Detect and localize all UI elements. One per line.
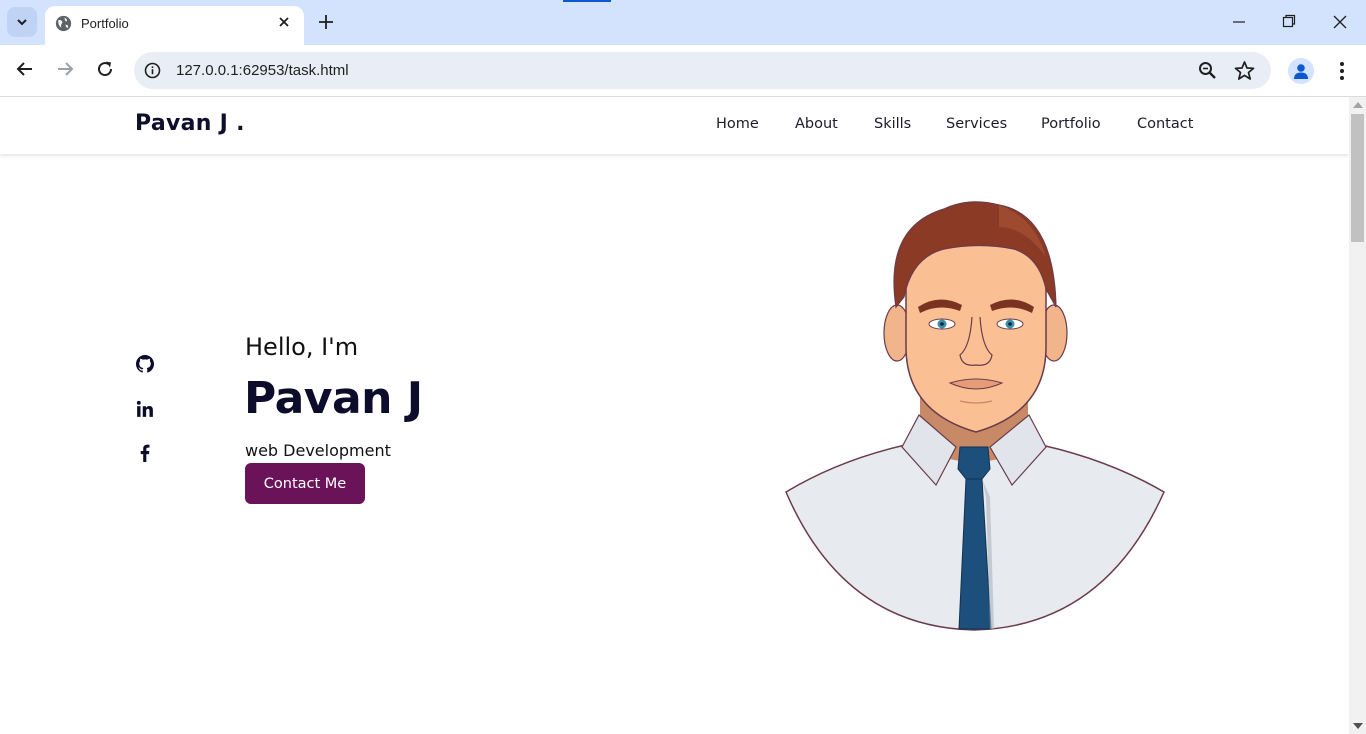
page-scrollbar[interactable]: [1349, 97, 1366, 734]
close-window-icon[interactable]: [1333, 12, 1347, 32]
avatar-illustration: [785, 201, 1165, 631]
nav-link-services[interactable]: Services: [946, 116, 1007, 132]
reload-icon[interactable]: [95, 59, 115, 79]
globe-icon: [55, 15, 72, 32]
github-icon[interactable]: [136, 355, 154, 373]
site-logo[interactable]: Pavan J .: [135, 111, 245, 136]
nav-link-portfolio[interactable]: Portfolio: [1041, 116, 1101, 132]
scroll-thumb[interactable]: [1351, 114, 1364, 242]
nav-link-contact[interactable]: Contact: [1137, 116, 1193, 132]
zoom-icon[interactable]: [1198, 61, 1217, 80]
forward-arrow-icon[interactable]: [55, 59, 75, 79]
facebook-icon[interactable]: [136, 444, 154, 462]
more-menu-icon[interactable]: [1332, 60, 1352, 82]
tab-search-button[interactable]: [7, 7, 37, 37]
hero-name: Pavan J: [244, 373, 423, 424]
chevron-down-icon: [17, 19, 27, 26]
browser-toolbar: 127.0.0.1:62953/task.html: [0, 45, 1366, 97]
site-info-icon[interactable]: [144, 62, 161, 79]
scroll-up-arrow-icon[interactable]: [1353, 102, 1363, 108]
page-viewport: Pavan J . Home About Skills Services Por…: [0, 97, 1349, 734]
loading-indicator: [563, 0, 611, 2]
close-tab-icon[interactable]: [277, 15, 291, 29]
person-icon: [1294, 64, 1308, 79]
nav-link-about[interactable]: About: [795, 116, 838, 132]
scroll-down-arrow-icon[interactable]: [1353, 723, 1363, 729]
site-header: Pavan J . Home About Skills Services Por…: [0, 97, 1349, 154]
tab-strip: Portfolio: [0, 0, 1366, 45]
nav-link-home[interactable]: Home: [716, 116, 759, 132]
address-bar[interactable]: 127.0.0.1:62953/task.html: [134, 52, 1271, 89]
linkedin-icon[interactable]: [136, 400, 154, 418]
url-text: 127.0.0.1:62953/task.html: [176, 62, 349, 79]
tab-title: Portfolio: [81, 16, 129, 31]
contact-me-button[interactable]: Contact Me: [245, 463, 365, 504]
restore-icon[interactable]: [1282, 12, 1296, 32]
minimize-icon[interactable]: [1232, 12, 1246, 32]
back-arrow-icon[interactable]: [15, 59, 35, 79]
profile-avatar-button[interactable]: [1288, 58, 1314, 84]
new-tab-icon[interactable]: [316, 12, 336, 32]
hero-role: web Development: [245, 441, 391, 460]
hero-greeting: Hello, I'm: [245, 333, 359, 361]
bookmark-star-icon[interactable]: [1234, 60, 1255, 81]
browser-tab[interactable]: Portfolio: [45, 6, 304, 45]
nav-link-skills[interactable]: Skills: [874, 116, 911, 132]
